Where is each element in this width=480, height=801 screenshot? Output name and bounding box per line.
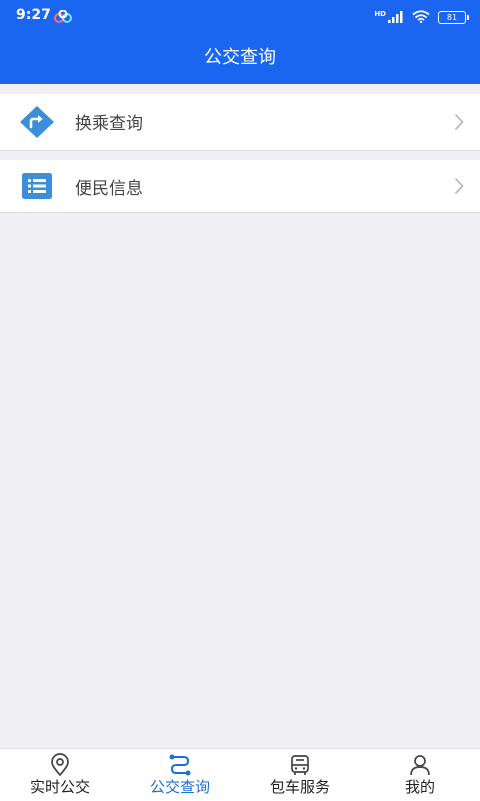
status-time: 9:27 — [16, 7, 51, 23]
chevron-right-icon — [454, 177, 464, 199]
tab-mine[interactable]: 我的 — [360, 749, 480, 801]
bottom-tab-bar: 实时公交 公交查询 包车服务 我的 — [0, 748, 480, 801]
menu-item-label: 便民信息 — [75, 179, 143, 199]
battery-icon: 81 — [438, 11, 469, 24]
tab-label: 公交查询 — [149, 778, 210, 796]
menu-item-label: 换乘查询 — [75, 114, 143, 134]
wifi-icon — [412, 8, 430, 27]
app-header: 公交查询 — [0, 32, 480, 84]
info-list-icon — [22, 173, 52, 203]
tab-realtime-bus[interactable]: 实时公交 — [0, 749, 120, 801]
tab-label: 实时公交 — [29, 778, 90, 796]
transfer-route-icon — [18, 104, 56, 144]
chevron-right-icon — [454, 113, 464, 135]
page-title: 公交查询 — [204, 47, 276, 68]
app-notification-icon — [53, 9, 73, 28]
menu-item-convenience-info[interactable]: 便民信息 — [0, 160, 480, 213]
tab-charter-service[interactable]: 包车服务 — [240, 749, 360, 801]
tab-label: 包车服务 — [269, 778, 330, 796]
menu-item-transfer-query[interactable]: 换乘查询 — [0, 94, 480, 151]
tab-label: 我的 — [404, 778, 435, 796]
network-type-label: HD — [374, 9, 386, 18]
status-bar: 9:27 HD 81 — [0, 0, 480, 32]
signal-icon — [388, 8, 404, 27]
tab-bus-query[interactable]: 公交查询 — [120, 749, 240, 801]
